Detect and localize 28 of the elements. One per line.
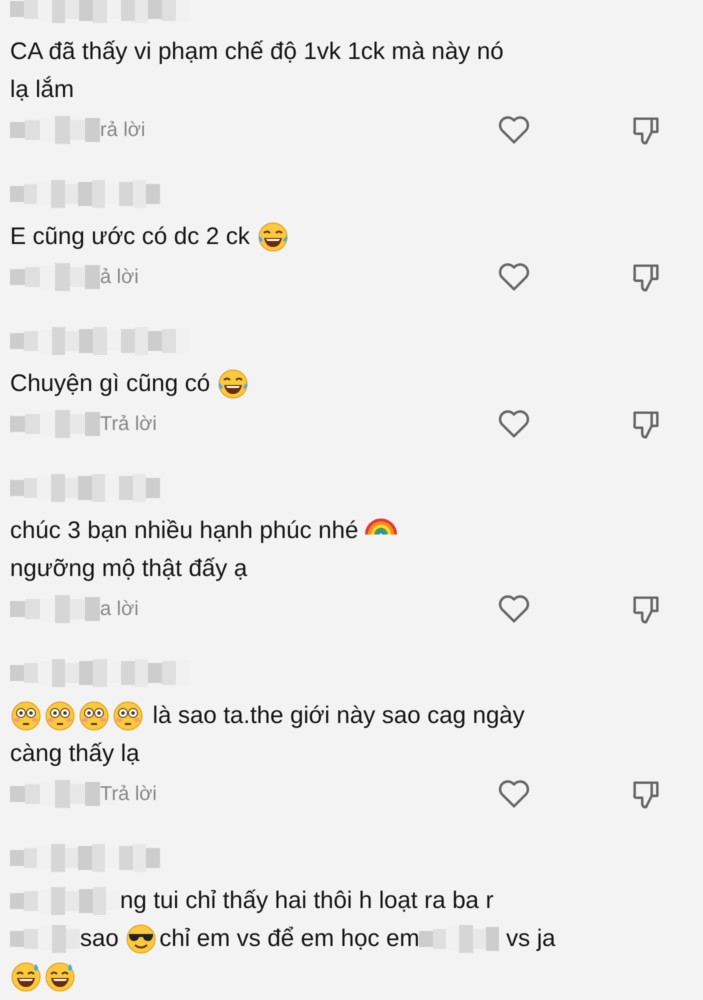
sweat-smile-emoji-icon (10, 961, 42, 993)
comment-text: là sao ta.the giới này sao cag ngày (152, 702, 525, 730)
reply-link[interactable]: Trả lời (100, 782, 157, 806)
comment-text: chúc 3 bạn nhiều hạnh phúc nhé (10, 517, 360, 545)
reply-link[interactable]: a lời (100, 598, 139, 620)
reply-link[interactable]: Trả lời (100, 412, 157, 436)
comment-text: ngưỡng mộ thật đấy ạ (10, 555, 248, 583)
flushed-emoji-icon (112, 700, 144, 732)
flushed-emoji-icon (78, 700, 110, 732)
comment-text: Chuyện gì cũng có (10, 370, 212, 398)
comment-text: chỉ em vs để em học em (159, 925, 420, 953)
sweat-smile-emoji-icon (44, 961, 76, 993)
comment-text: CA đã thấy vi phạm chế độ 1vk 1ck mà này nó (10, 38, 504, 66)
laughing-emoji-icon (216, 368, 249, 400)
flushed-emoji-icon (44, 700, 76, 732)
comment-text: ng tui chỉ thấy hai thôi h loạt ra ba r (120, 887, 494, 915)
rainbow-icon (364, 518, 397, 534)
comment-text: sao (80, 925, 120, 953)
laughing-emoji-icon (256, 221, 289, 253)
comment-text: càng thấy lạ (10, 740, 140, 768)
reply-link[interactable]: ả lời (100, 266, 139, 288)
flushed-emoji-icon (10, 700, 42, 732)
reply-link[interactable]: rả lời (100, 118, 146, 142)
comment-text: E cũng ước có dc 2 ck (10, 223, 251, 251)
sunglasses-emoji-icon (125, 923, 158, 955)
blurred-text (10, 925, 80, 953)
comment-text: lạ lắm (10, 76, 74, 104)
comment-text: vs ja (505, 925, 556, 953)
